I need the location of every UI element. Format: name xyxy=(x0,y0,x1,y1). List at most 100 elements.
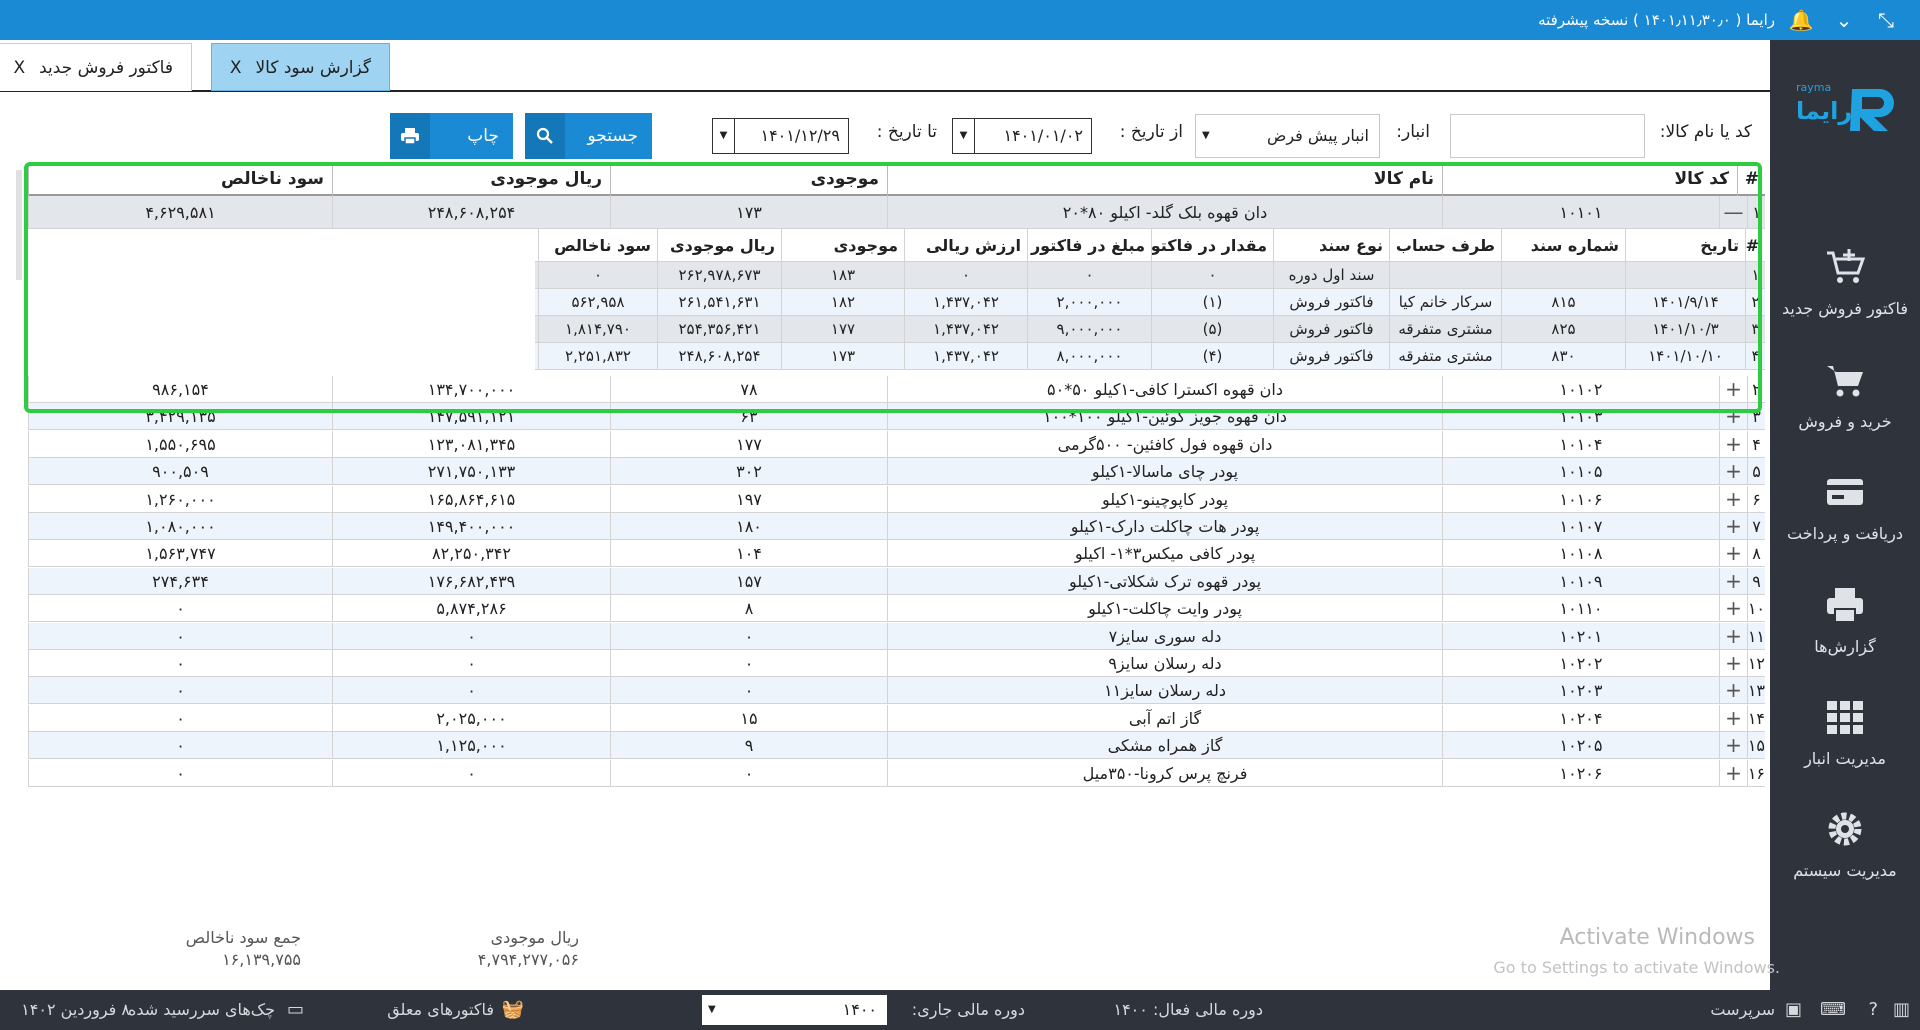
from-date-picker[interactable]: ▼ ۱۴۰۱/۰۱/۰۲ xyxy=(952,118,1092,154)
expand-icon[interactable]: + xyxy=(1719,759,1747,787)
detail-row[interactable]: ۴ ۱۴۰۱/۱۰/۱۰ ۸۳۰ مشتری متفرقه فاکتور فروش (۴)… xyxy=(535,343,1765,370)
detail-cell-2[interactable]: شماره سند xyxy=(1501,229,1625,262)
expand-icon[interactable]: + xyxy=(1719,595,1747,623)
table-row[interactable]: ۴ +۱۰۱۰۴ دان قهوه فول کافئین- ۵۰۰گرمی ۱۷۷ ۱۲… xyxy=(28,430,1765,458)
detail-cell-1[interactable]: تاریخ xyxy=(1625,229,1745,262)
collapse-icon[interactable]: — xyxy=(1719,196,1747,229)
detail-cell-7[interactable]: ارزش ریالی xyxy=(904,229,1027,262)
row-gross-profit: ۰ xyxy=(28,677,332,705)
detail-cell-3: مشتری متفرقه xyxy=(1389,316,1501,343)
expand-icon[interactable]: + xyxy=(1719,376,1747,403)
row-gross-profit: ۳,۴۲۹,۱۳۵ xyxy=(28,403,332,431)
row-stock-value: ۱۴۹,۴۰۰,۰۰۰ xyxy=(332,513,610,540)
expand-icon[interactable]: + xyxy=(1719,677,1747,705)
header-code[interactable]: کد کالا xyxy=(1442,163,1737,196)
code-input[interactable] xyxy=(1450,114,1645,158)
header-stock-value[interactable]: ریال موجودی xyxy=(332,163,610,196)
detail-cell-4[interactable]: نوع سند xyxy=(1273,229,1389,262)
film-icon[interactable]: ▥ xyxy=(1893,990,1910,1030)
row-index: ۶ xyxy=(1747,485,1765,513)
due-checks-link[interactable]: چک‌های سررسید شده xyxy=(128,990,275,1030)
expand-icon[interactable]: + xyxy=(1719,650,1747,677)
current-fiscal-year-select[interactable]: ۱۴۰۰ ▼ xyxy=(702,995,887,1025)
table-row[interactable]: ۱۶ +۱۰۲۰۶ فرنچ پرس کرونا-۳۵۰میل ۰ ۰ ۰ xyxy=(28,759,1765,787)
sidebar-item-receive-pay[interactable]: دریافت و پرداخت xyxy=(1770,470,1920,570)
sidebar-item-new-sales-invoice[interactable]: فاکتور فروش جدید xyxy=(1770,245,1920,345)
printer-icon xyxy=(390,113,430,159)
sidebar-item-label: دریافت و پرداخت xyxy=(1787,524,1903,543)
table-row[interactable]: ۷ +۱۰۱۰۷ پودر هات چاکلت دارک-۱کیلو ۱۸۰ ۱۴۹,۴… xyxy=(28,513,1765,540)
warehouse-select[interactable]: انبار پیش فرض ▼ xyxy=(1195,114,1380,158)
table-row[interactable]: ۱۴ +۱۰۲۰۴ گاز اتم آبی ۱۵ ۲,۰۲۵,۰۰۰ ۰ xyxy=(28,704,1765,732)
detail-cell-0[interactable]: # xyxy=(1745,229,1765,262)
table-row[interactable]: ۱۲ +۱۰۲۰۲ دله رسلان سایز۹ ۰ ۰ ۰ xyxy=(28,650,1765,677)
detail-cell-0: ۴ xyxy=(1745,343,1765,370)
table-row[interactable]: ۶ +۱۰۱۰۶ پودر کاپوچینو-۱کیلو ۱۹۷ ۱۶۵,۸۶۴,۶۱۵… xyxy=(28,485,1765,513)
row-name: گاز اتم آبی xyxy=(887,704,1442,732)
detail-row[interactable]: ۲ ۱۴۰۱/۹/۱۴ ۸۱۵ سرکار خانم کیا فاکتور فروش (۱… xyxy=(535,289,1765,316)
detail-cell-9[interactable]: ریال موجودی xyxy=(657,229,781,262)
keyboard-icon[interactable]: ⌨ xyxy=(1820,990,1846,1030)
table-row[interactable]: ۱ — ۱۰۱۰۱ دان قهوه بلک گلد- اکیلو ۸۰*۲۰ … xyxy=(28,196,1765,229)
expand-icon[interactable]: + xyxy=(1719,732,1747,760)
chevron-down-icon[interactable]: ⌄ xyxy=(1830,0,1858,40)
tab-new-sales-invoice[interactable]: فاکتور فروش جدید X xyxy=(0,43,192,91)
tab-close-icon[interactable]: X xyxy=(230,58,242,78)
row-name: دان قهوه بلک گلد- اکیلو ۸۰*۲۰ xyxy=(887,196,1442,229)
row-stock: ۰ xyxy=(610,759,887,787)
table-row[interactable]: ۱۰ +۱۰۱۱۰ پودر وایت چاکلت-۱کیلو ۸ ۵,۸۷۴,۲۸۶ ۰ xyxy=(28,595,1765,623)
table-row[interactable]: ۱۳ +۱۰۲۰۳ دله رسلان سایز۱۱ ۰ ۰ ۰ xyxy=(28,677,1765,705)
tab-product-profit-report[interactable]: گزارش سود کالا X xyxy=(210,43,390,91)
row-stock: ۹ xyxy=(610,732,887,760)
expand-icon[interactable]: + xyxy=(1719,513,1747,540)
shrink-icon[interactable]: ⤡ xyxy=(1872,0,1900,40)
row-index: ۱۳ xyxy=(1747,677,1765,705)
bell-icon[interactable]: 🔔 xyxy=(1787,0,1815,40)
row-gross-profit: ۱,۲۶۰,۰۰۰ xyxy=(28,485,332,513)
detail-cell-5[interactable]: مقدار در فاکتور xyxy=(1151,229,1273,262)
chevron-down-icon[interactable]: ▼ xyxy=(953,119,975,153)
expand-icon[interactable]: + xyxy=(1719,540,1747,568)
expand-icon[interactable]: + xyxy=(1719,458,1747,486)
scrollbar[interactable] xyxy=(16,170,22,280)
row-name: دان قهوه فول کافئین- ۵۰۰گرمی xyxy=(887,430,1442,458)
sidebar-item-warehouse[interactable]: مدیریت انبار xyxy=(1770,695,1920,795)
table-row[interactable]: ۱۱ +۱۰۲۰۱ دله سوری سایز۷ ۰ ۰ ۰ xyxy=(28,622,1765,650)
row-stock: ۰ xyxy=(610,622,887,650)
print-button[interactable]: چاپ xyxy=(390,113,513,159)
tab-close-icon[interactable]: X xyxy=(13,58,25,78)
expand-icon[interactable]: + xyxy=(1719,430,1747,458)
chevron-down-icon[interactable]: ▼ xyxy=(713,119,735,153)
detail-row[interactable]: ۳ ۱۴۰۱/۱۰/۳ ۸۲۵ مشتری متفرقه فاکتور فروش (۵) ۹… xyxy=(535,316,1765,343)
row-index: ۱۶ xyxy=(1747,759,1765,787)
detail-cell-6[interactable]: مبلغ در فاکتور xyxy=(1027,229,1151,262)
detail-cell-8[interactable]: موجودی xyxy=(781,229,904,262)
to-date-picker[interactable]: ▼ ۱۴۰۱/۱۲/۲۹ xyxy=(712,118,849,154)
sidebar-item-system[interactable]: مدیریت سیستم xyxy=(1770,807,1920,907)
expand-icon[interactable]: + xyxy=(1719,622,1747,650)
header-gross-profit[interactable]: سود ناخالص xyxy=(28,163,332,196)
expand-icon[interactable]: + xyxy=(1719,485,1747,513)
table-row[interactable]: ۳ +۱۰۱۰۳ دان قهوه جویز کوئین-۱کیلو ۱۰۰*۱۰۰… xyxy=(28,403,1765,431)
detail-row[interactable]: ۱ سند اول دوره ۰ ۰ ۰ ۱۸۳ ۲۶۲,۹۷۸,۶۷۳ ۰ xyxy=(535,262,1765,289)
table-row[interactable]: ۹ +۱۰۱۰۹ پودر قهوه ترک شکلاتی-۱کیلو ۱۵۷ ۱۷۶,… xyxy=(28,567,1765,595)
header-stock[interactable]: موجودی xyxy=(610,163,887,196)
table-row[interactable]: ۲ +۱۰۱۰۲ دان قهوه اکسترا کافی-۱کیلو ۵۰*۵۰ ۷… xyxy=(28,376,1765,403)
pending-invoices-link[interactable]: فاکتورهای معلق xyxy=(387,990,494,1030)
help-icon[interactable]: ? xyxy=(1868,990,1878,1030)
row-name: پودر وایت چاکلت-۱کیلو xyxy=(887,595,1442,623)
expand-icon[interactable]: + xyxy=(1719,704,1747,732)
sidebar-item-reports[interactable]: گزارش‌ها xyxy=(1770,583,1920,683)
search-button[interactable]: جستجو xyxy=(525,113,652,159)
row-index: ۲ xyxy=(1747,376,1765,403)
detail-cell-10[interactable]: سود ناخالص xyxy=(538,229,657,262)
detail-cell-3[interactable]: طرف حساب xyxy=(1389,229,1501,262)
table-row[interactable]: ۱۵ +۱۰۲۰۵ گاز همراه مشکی ۹ ۱,۱۲۵,۰۰۰ ۰ xyxy=(28,732,1765,760)
expand-icon[interactable]: + xyxy=(1719,567,1747,595)
table-row[interactable]: ۸ +۱۰۱۰۸ پودر کافی میکس۳*۱- اکیلو ۱۰۴ ۸۲,۲۵۰… xyxy=(28,540,1765,568)
sidebar-item-buy-sell[interactable]: خرید و فروش xyxy=(1770,358,1920,458)
row-code: ۱۰۲۰۶ xyxy=(1442,759,1719,787)
expand-icon[interactable]: + xyxy=(1719,403,1747,431)
table-row[interactable]: ۵ +۱۰۱۰۵ پودر چای ماسالا-۱کیلو ۳۰۲ ۲۷۱,۷۵۰,۱… xyxy=(28,458,1765,486)
header-name[interactable]: نام کالا xyxy=(887,163,1442,196)
